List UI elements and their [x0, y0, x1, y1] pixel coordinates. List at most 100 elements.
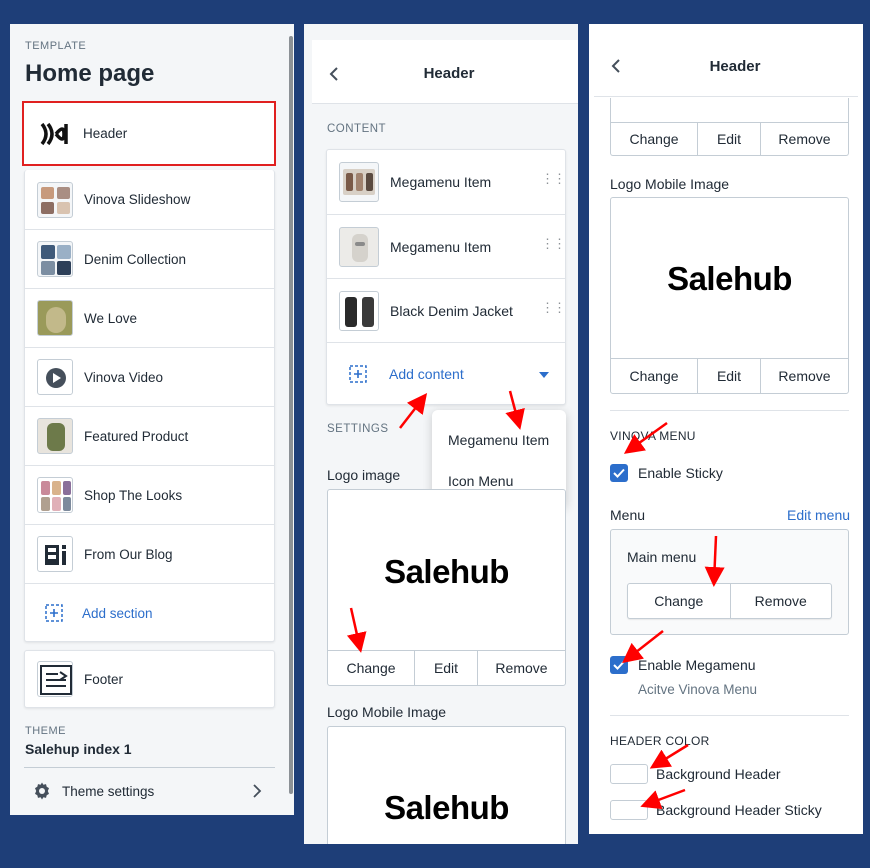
logo-mobile-label: Logo Mobile Image — [327, 704, 447, 720]
enable-megamenu-row: Enable Megamenu — [610, 656, 756, 674]
background-header-label: Background Header — [656, 766, 781, 782]
footer-section[interactable]: Footer — [24, 650, 275, 708]
block-label-megamenu-1: Megamenu Item — [390, 174, 492, 190]
menu-actions: Change Remove — [627, 583, 832, 619]
blog-thumbnail — [37, 536, 73, 572]
menu-name: Main menu — [627, 549, 697, 565]
edit-button[interactable]: Edit — [697, 123, 760, 155]
section-label-vinova-slideshow: Vinova Slideshow — [84, 192, 191, 207]
section-label-footer: Footer — [84, 671, 124, 687]
denim-thumbnail — [37, 241, 73, 277]
theme-settings-row[interactable]: Theme settings — [24, 774, 275, 808]
section-item-shop-the-looks[interactable]: Shop The Looks — [25, 465, 274, 524]
section-item-from-our-blog[interactable]: From Our Blog — [25, 524, 274, 583]
drag-handle-icon[interactable]: ⋮⋮ — [541, 237, 566, 250]
footer-thumbnail — [37, 661, 73, 697]
block-black-denim-jacket[interactable]: Black Denim Jacket ⋮⋮ — [327, 278, 566, 342]
background-sticky-row: Background Header Sticky — [610, 800, 822, 820]
remove-button[interactable]: Remove — [477, 651, 565, 685]
section-label-header: Header — [83, 126, 128, 141]
divider — [610, 715, 849, 716]
block-label-megamenu-2: Megamenu Item — [390, 238, 492, 255]
logo-mobile-picker: Salehub — [327, 726, 566, 844]
background-sticky-label: Background Header Sticky — [656, 802, 822, 818]
sections-sidebar: TEMPLATE Home page Header Vinova Slidesh… — [10, 24, 294, 815]
section-item-vinova-video[interactable]: Vinova Video — [25, 347, 274, 406]
section-label-denim-collection: Denim Collection — [84, 251, 187, 267]
add-content-button[interactable]: Add content — [327, 342, 565, 405]
panel-header-bar: Header — [594, 32, 858, 97]
caret-down-icon[interactable] — [538, 371, 550, 379]
logo-image-picker-partial: Change Edit Remove — [610, 98, 849, 156]
edit-button[interactable]: Edit — [697, 359, 760, 393]
logo-image-label: Logo image — [327, 467, 401, 483]
panel-title: Header — [423, 65, 475, 82]
slideshow-thumbnail — [37, 181, 73, 218]
section-label-shop-the-looks: Shop The Looks — [84, 487, 183, 503]
change-button[interactable]: Change — [328, 651, 414, 685]
menu-label: Menu — [610, 507, 646, 523]
background-sticky-swatch[interactable] — [610, 800, 648, 820]
logo-mobile-picker: Salehub Change Edit Remove — [610, 197, 849, 394]
add-section-button[interactable]: Add section — [25, 583, 274, 642]
divider — [610, 410, 849, 411]
gear-icon — [35, 782, 49, 800]
section-label-from-our-blog: From Our Blog — [84, 546, 173, 562]
logo-image-actions: Change Edit Remove — [611, 122, 848, 155]
checkmark-icon — [613, 468, 625, 478]
footer-icon — [40, 665, 72, 695]
chevron-right-icon — [253, 784, 262, 798]
remove-button[interactable]: Remove — [760, 123, 848, 155]
sidebar-scrollbar[interactable] — [289, 36, 293, 794]
enable-sticky-label: Enable Sticky — [638, 465, 723, 481]
section-item-denim-collection[interactable]: Denim Collection — [25, 229, 274, 288]
menu-remove-button[interactable]: Remove — [729, 584, 832, 618]
block-megamenu-item-1[interactable]: Megamenu Item ⋮⋮ — [327, 150, 566, 214]
theme-settings-label: Theme settings — [62, 783, 155, 799]
menu-picker: Main menu Change Remove — [610, 529, 849, 635]
header-thumbnail — [36, 115, 72, 152]
edit-button[interactable]: Edit — [414, 651, 477, 685]
block-megamenu-item-2[interactable]: Megamenu Item ⋮⋮ — [327, 214, 566, 278]
panel-header-bar: Header — [312, 40, 578, 104]
menu-change-button[interactable]: Change — [628, 584, 730, 618]
enable-megamenu-checkbox[interactable] — [610, 656, 628, 674]
logo-image-actions: Change Edit Remove — [328, 650, 565, 685]
shop-looks-thumbnail — [37, 477, 73, 513]
blog-icon — [45, 545, 66, 565]
change-button[interactable]: Change — [611, 123, 697, 155]
dropdown-option-icon-menu[interactable]: Icon Menu — [448, 473, 513, 489]
we-love-thumbnail — [37, 300, 73, 336]
header-section-highlight[interactable]: Header — [22, 101, 276, 166]
settings-caption: SETTINGS — [327, 423, 389, 435]
jacket-thumbnail — [339, 290, 379, 331]
logo-image-picker: Salehub Change Edit Remove — [327, 489, 566, 686]
section-item-we-love[interactable]: We Love — [25, 288, 274, 347]
drag-handle-icon[interactable]: ⋮⋮ — [541, 301, 566, 314]
megamenu-thumbnail-1 — [339, 162, 379, 202]
section-label-featured-product: Featured Product — [84, 428, 189, 444]
section-label-vinova-video: Vinova Video — [84, 369, 164, 385]
edit-menu-link[interactable]: Edit menu — [787, 507, 850, 523]
dropdown-option-megamenu-item[interactable]: Megamenu Item — [448, 432, 549, 448]
enable-megamenu-label: Enable Megamenu — [638, 657, 756, 673]
block-label-black-denim-jacket: Black Denim Jacket — [390, 302, 513, 319]
background-header-swatch[interactable] — [610, 764, 648, 784]
drag-handle-icon[interactable]: ⋮⋮ — [541, 172, 566, 185]
section-item-vinova-slideshow[interactable]: Vinova Slideshow — [25, 170, 274, 229]
enable-sticky-checkbox[interactable] — [610, 464, 628, 482]
change-button[interactable]: Change — [611, 359, 697, 393]
theme-divider — [24, 767, 275, 768]
content-caption: CONTENT — [327, 123, 387, 135]
logo-mobile-preview: Salehub — [667, 260, 792, 297]
add-content-icon — [349, 365, 367, 383]
section-item-featured-product[interactable]: Featured Product — [25, 406, 274, 465]
video-thumbnail — [37, 359, 73, 395]
megamenu-help-text: Acitve Vinova Menu — [638, 682, 758, 697]
remove-button[interactable]: Remove — [760, 359, 848, 393]
logo-mobile-actions: Change Edit Remove — [611, 358, 848, 393]
logo-mobile-preview: Salehub — [384, 789, 509, 826]
add-section-icon — [45, 604, 63, 622]
content-blocks: Megamenu Item ⋮⋮ Megamenu Item ⋮⋮ Black … — [326, 149, 566, 405]
add-section-label: Add section — [82, 605, 153, 621]
